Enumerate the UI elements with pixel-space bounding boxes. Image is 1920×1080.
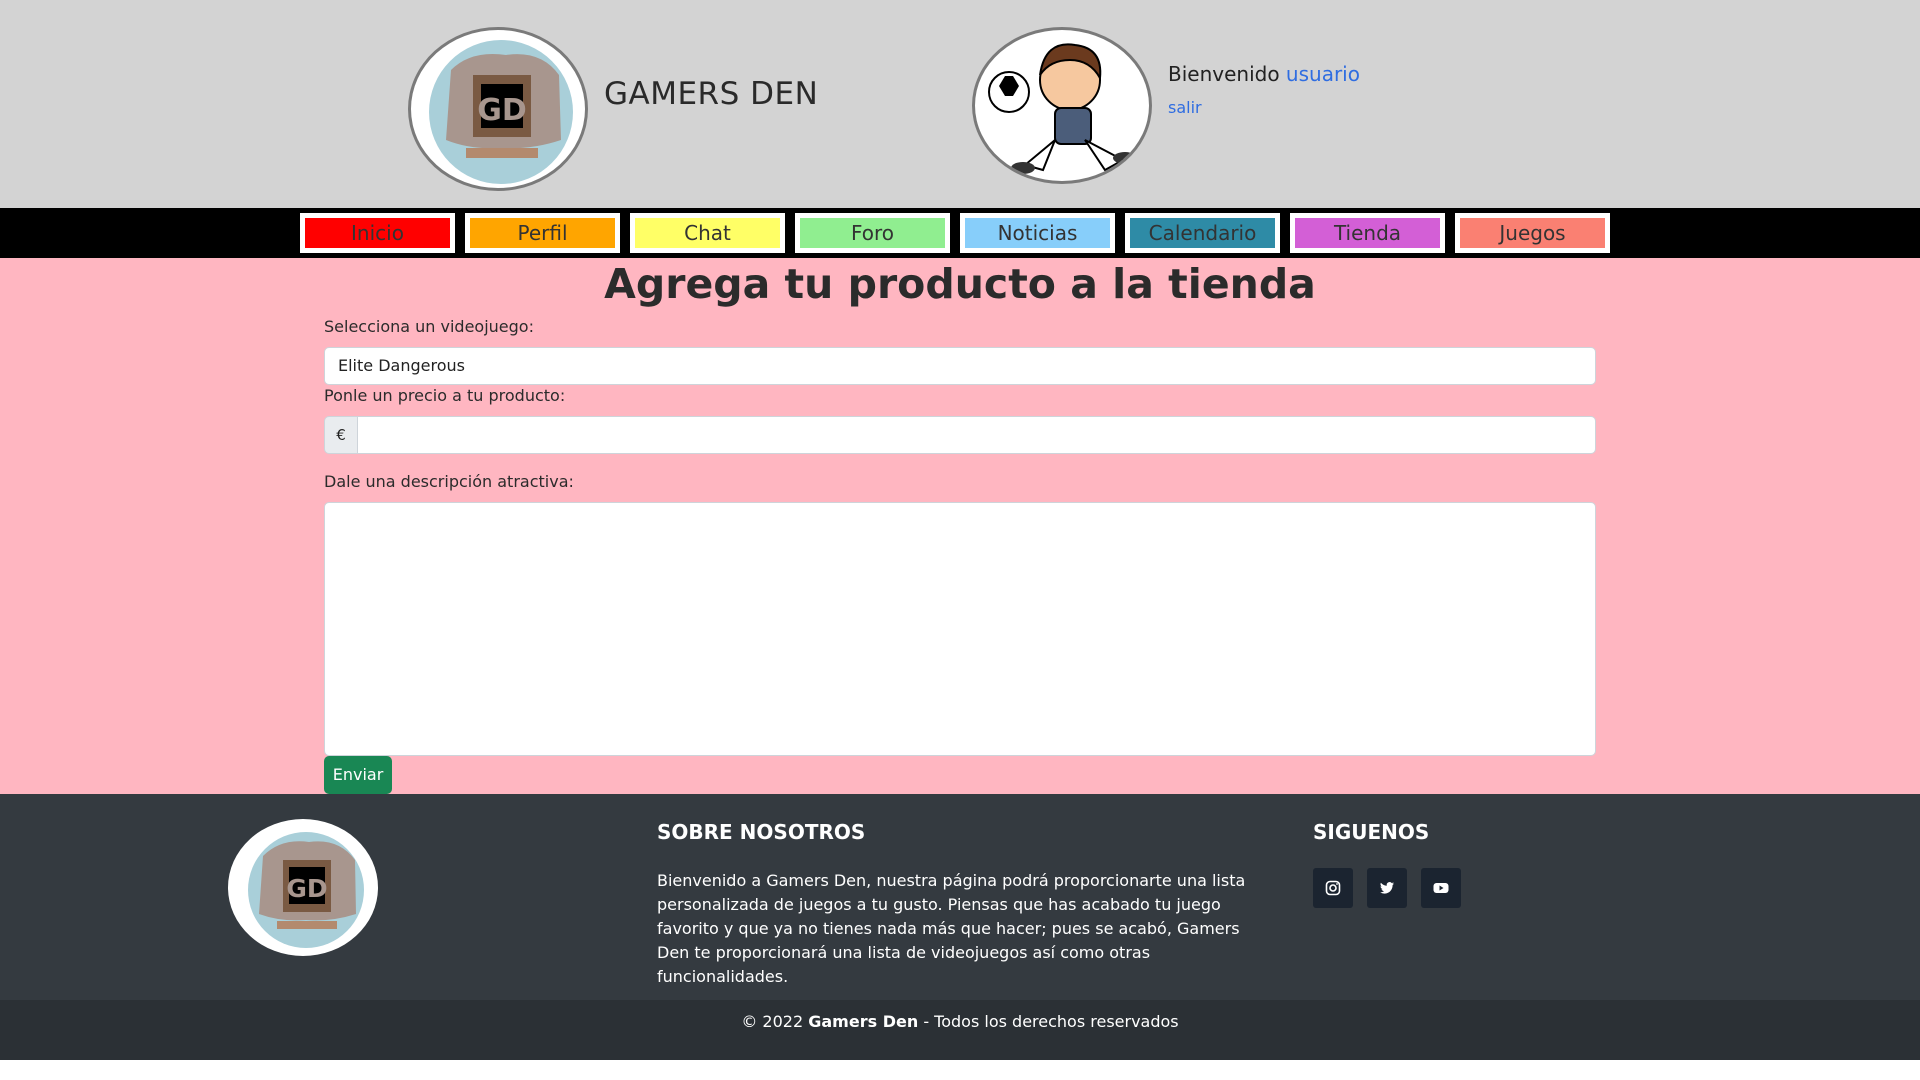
product-form-section: Agrega tu producto a la tienda Seleccion… bbox=[0, 258, 1920, 794]
currency-addon: € bbox=[324, 416, 358, 454]
nav-item-inicio[interactable]: Inicio bbox=[300, 213, 455, 253]
instagram-button[interactable] bbox=[1313, 868, 1353, 908]
game-select-label: Selecciona un videojuego: bbox=[324, 317, 534, 336]
avatar-image bbox=[988, 43, 1137, 174]
username-link[interactable]: usuario bbox=[1286, 62, 1360, 86]
nav-item-noticias[interactable]: Noticias bbox=[960, 213, 1115, 253]
price-label: Ponle un precio a tu producto: bbox=[324, 386, 566, 405]
about-text: Bienvenido a Gamers Den, nuestra página … bbox=[657, 871, 1246, 986]
follow-heading: SIGUENOS bbox=[1313, 820, 1430, 844]
nav-item-perfil[interactable]: Perfil bbox=[465, 213, 620, 253]
footer-logo-image: GD bbox=[248, 832, 364, 948]
site-header: GD GAMERS DEN Bienvenido usuario salir bbox=[0, 0, 1920, 208]
nav-item-chat[interactable]: Chat bbox=[630, 213, 785, 253]
welcome-text: Bienvenido bbox=[1168, 62, 1280, 86]
copyright-bar: © 2022 Gamers Den - Todos los derechos r… bbox=[0, 1000, 1920, 1060]
svg-text:GD: GD bbox=[477, 93, 527, 128]
nav-item-foro[interactable]: Foro bbox=[795, 213, 950, 253]
description-textarea[interactable] bbox=[324, 502, 1596, 756]
nav-item-juegos[interactable]: Juegos bbox=[1455, 213, 1610, 253]
description-label: Dale una descripción atractiva: bbox=[324, 472, 574, 491]
instagram-icon bbox=[1325, 880, 1341, 896]
nav-item-calendario[interactable]: Calendario bbox=[1125, 213, 1280, 253]
copyright-brand: Gamers Den bbox=[808, 1012, 919, 1031]
copyright-prefix: © 2022 bbox=[741, 1012, 804, 1031]
price-input[interactable] bbox=[358, 416, 1596, 454]
price-input-group: € bbox=[324, 416, 1596, 454]
twitter-icon bbox=[1380, 882, 1394, 894]
welcome-message: Bienvenido usuario bbox=[1168, 62, 1360, 86]
about-heading: SOBRE NOSOTROS bbox=[657, 820, 866, 844]
twitter-button[interactable] bbox=[1367, 868, 1407, 908]
youtube-icon bbox=[1433, 883, 1449, 893]
logout-link[interactable]: salir bbox=[1168, 98, 1202, 117]
site-footer: GD SOBRE NOSOTROS Bienvenido a Gamers De… bbox=[0, 794, 1920, 1000]
site-logo[interactable]: GD bbox=[408, 27, 588, 191]
footer-logo[interactable]: GD bbox=[228, 819, 378, 956]
copyright-suffix: - Todos los derechos reservados bbox=[923, 1012, 1179, 1031]
game-select[interactable]: Elite Dangerous bbox=[324, 347, 1596, 385]
svg-text:GD: GD bbox=[286, 874, 327, 903]
submit-button[interactable]: Enviar bbox=[324, 756, 392, 794]
user-avatar[interactable] bbox=[972, 27, 1152, 184]
site-title: GAMERS DEN bbox=[604, 76, 819, 112]
gamers-den-logo-image: GD bbox=[429, 40, 573, 184]
nav-item-tienda[interactable]: Tienda bbox=[1290, 213, 1445, 253]
youtube-button[interactable] bbox=[1421, 868, 1461, 908]
page-title: Agrega tu producto a la tienda bbox=[604, 260, 1316, 308]
main-nav: Inicio Perfil Chat Foro Noticias Calenda… bbox=[0, 208, 1920, 258]
